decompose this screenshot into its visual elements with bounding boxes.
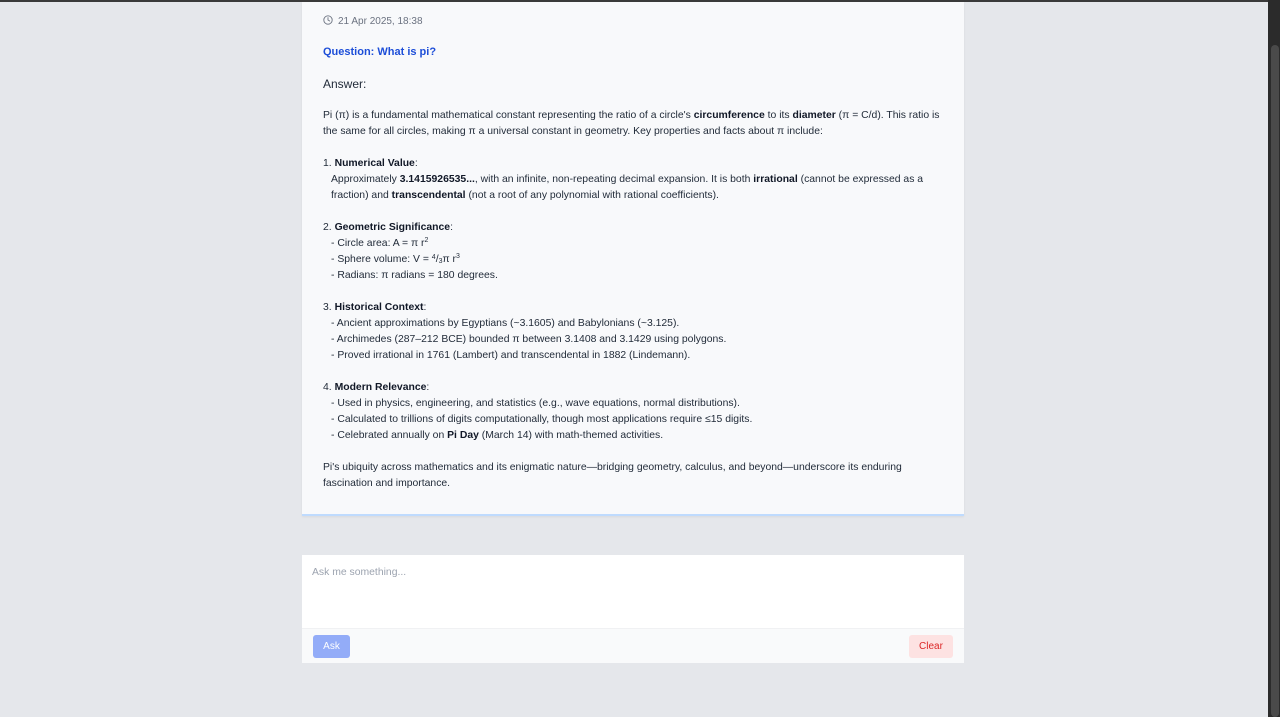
intro-bold-term: diameter — [792, 110, 836, 121]
list-item: - Circle area: A = π r2 — [323, 236, 943, 252]
bold-term: irrational — [753, 174, 798, 185]
composer-toolbar: Ask Clear — [302, 628, 964, 663]
section-title: Historical Context — [334, 302, 424, 313]
bold-term: transcendental — [391, 190, 466, 201]
section-text: (not a root of any polynomial with ratio… — [465, 190, 719, 201]
section-colon: : — [426, 382, 430, 393]
section-title: Modern Relevance — [334, 382, 427, 393]
bold-term: Pi Day — [447, 430, 479, 441]
formula-text: - Circle area: A = π r — [331, 238, 425, 249]
section-heading: 1. Numerical Value: — [323, 156, 943, 172]
exponent: 3 — [456, 253, 460, 260]
answer-intro: Pi (π) is a fundamental mathematical con… — [323, 108, 943, 140]
question-text: Question: What is pi? — [323, 46, 437, 58]
section-number: 2. — [323, 222, 335, 233]
answer-conclusion: Pi's ubiquity across mathematics and its… — [323, 462, 902, 489]
formula-text: π r — [442, 254, 457, 265]
intro-bold-term: circumference — [693, 110, 765, 121]
clear-button[interactable]: Clear — [909, 635, 953, 658]
pi-digits: 3.1415926535... — [399, 174, 475, 185]
section-text: Approximately — [331, 174, 400, 185]
timestamp: 21 Apr 2025, 18:38 — [338, 15, 423, 27]
section-heading: 4. Modern Relevance: — [323, 380, 943, 396]
fraction: 4/3 — [432, 254, 443, 265]
formula-text: - Sphere volume: V = — [331, 254, 432, 265]
section-colon: : — [423, 302, 427, 313]
intro-text: Pi (π) is a fundamental mathematical con… — [323, 110, 694, 121]
section-colon: : — [450, 222, 453, 233]
clock-icon — [323, 14, 338, 28]
list-item: - Calculated to trillions of digits comp… — [331, 414, 753, 425]
exponent: 2 — [424, 237, 429, 244]
scrollbar-thumb[interactable] — [1271, 45, 1279, 717]
section-paragraph: Approximately 3.1415926535..., with an i… — [323, 172, 943, 204]
section-heading: 2. Geometric Significance: — [323, 220, 943, 236]
ask-button[interactable]: Ask — [313, 635, 350, 658]
section-title: Geometric Significance — [334, 222, 451, 233]
section-number: 4. — [323, 382, 335, 393]
list-item: - Ancient approximations by Egyptians (~… — [331, 318, 680, 329]
section-heading: 3. Historical Context: — [323, 300, 943, 316]
section-title: Numerical Value — [334, 158, 415, 169]
list-text: - Celebrated annually on — [331, 430, 448, 441]
list-item: - Used in physics, engineering, and stat… — [331, 398, 740, 409]
answer-body: Pi (π) is a fundamental mathematical con… — [323, 108, 943, 492]
section-number: 1. — [323, 158, 335, 169]
list-item: - Celebrated annually on Pi Day (March 1… — [323, 428, 943, 444]
section-text: , with an infinite, non-repeating decima… — [474, 174, 754, 185]
section-number: 3. — [323, 302, 335, 313]
section-colon: : — [414, 158, 418, 169]
composer: Ask Clear — [302, 555, 964, 663]
window-scrollbar-gutter — [1268, 0, 1280, 717]
list-item: - Radians: π radians = 180 degrees. — [331, 270, 498, 281]
answer-label: Answer: — [323, 77, 367, 91]
list-text: (March 14) with math-themed activities. — [478, 430, 664, 441]
intro-text: to its — [764, 110, 793, 121]
list-item: - Sphere volume: V = 4/3π r3 — [323, 252, 943, 268]
answer-card: 21 Apr 2025, 18:38 Question: What is pi?… — [302, 2, 964, 516]
message-meta: 21 Apr 2025, 18:38 — [323, 14, 943, 28]
question-input[interactable] — [302, 555, 964, 628]
list-item: - Proved irrational in 1761 (Lambert) an… — [331, 350, 691, 361]
list-item: - Archimedes (287–212 BCE) bounded π bet… — [331, 334, 727, 345]
